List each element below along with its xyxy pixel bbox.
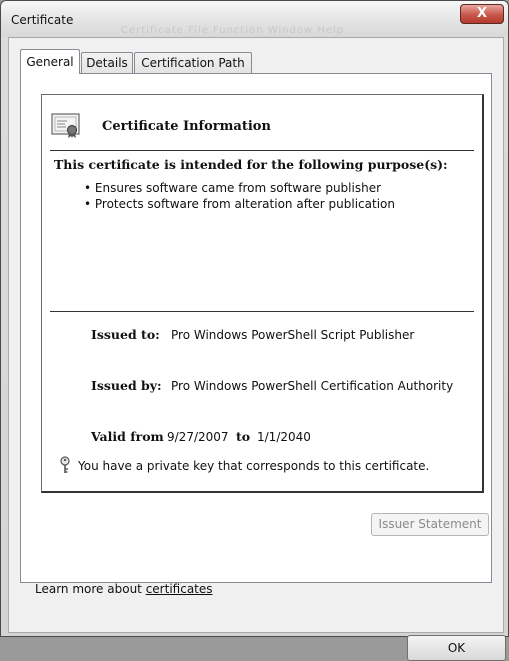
tab-certification-path-label: Certification Path [141,56,245,70]
tab-details-label: Details [86,56,128,70]
window-title: Certificate [11,13,74,27]
purpose-heading: This certificate is intended for the fol… [54,157,448,172]
certificate-window: Certificate Certificate File Function Wi… [0,0,509,661]
tab-general[interactable]: General [20,49,80,74]
valid-from-value: 9/27/2007 [167,430,229,444]
certificate-icon [51,113,80,138]
learn-more-text: Learn more about [35,582,146,596]
ok-label: OK [447,641,466,655]
title-bar[interactable]: Certificate Certificate File Function Wi… [1,1,508,37]
issued-to-label: Issued to: [91,327,160,342]
certificate-info-box: Certificate Information This certificate… [41,94,484,493]
close-icon: X [476,6,488,21]
purpose-item: • Ensures software came from software pu… [84,181,382,195]
private-key-notice: You have a private key that corresponds … [78,459,430,473]
certificate-info-title: Certificate Information [102,119,271,134]
issuer-statement-button[interactable]: Issuer Statement [371,513,489,536]
general-tab-panel: Certificate Information This certificate… [20,73,492,583]
divider [50,311,474,312]
learn-more: Learn more about certificates [35,582,213,596]
issued-to-value: Pro Windows PowerShell Script Publisher [171,328,415,342]
issuer-statement-label: Issuer Statement [378,517,482,531]
certificates-link[interactable]: certificates [146,582,213,596]
valid-from-label: Valid from [91,429,164,444]
divider [50,150,474,151]
dialog-client-area: General Details Certification Path Certi… [8,37,506,661]
issued-by-value: Pro Windows PowerShell Certification Aut… [171,379,454,393]
tab-details[interactable]: Details [81,52,133,73]
close-button[interactable]: X [460,4,504,24]
key-icon [60,456,70,473]
issued-by-label: Issued by: [91,378,162,393]
purpose-list: • Ensures software came from software pu… [84,180,395,212]
tab-general-label: General [26,55,74,69]
tab-certification-path[interactable]: Certification Path [134,52,252,73]
ok-button[interactable]: OK [407,635,506,661]
purpose-item: • Protects software from alteration afte… [84,197,395,211]
background-title-ghost: Certificate File Function Window Help [121,25,345,36]
valid-to-value: 1/1/2040 [257,430,311,444]
valid-to-label: to [236,429,251,444]
